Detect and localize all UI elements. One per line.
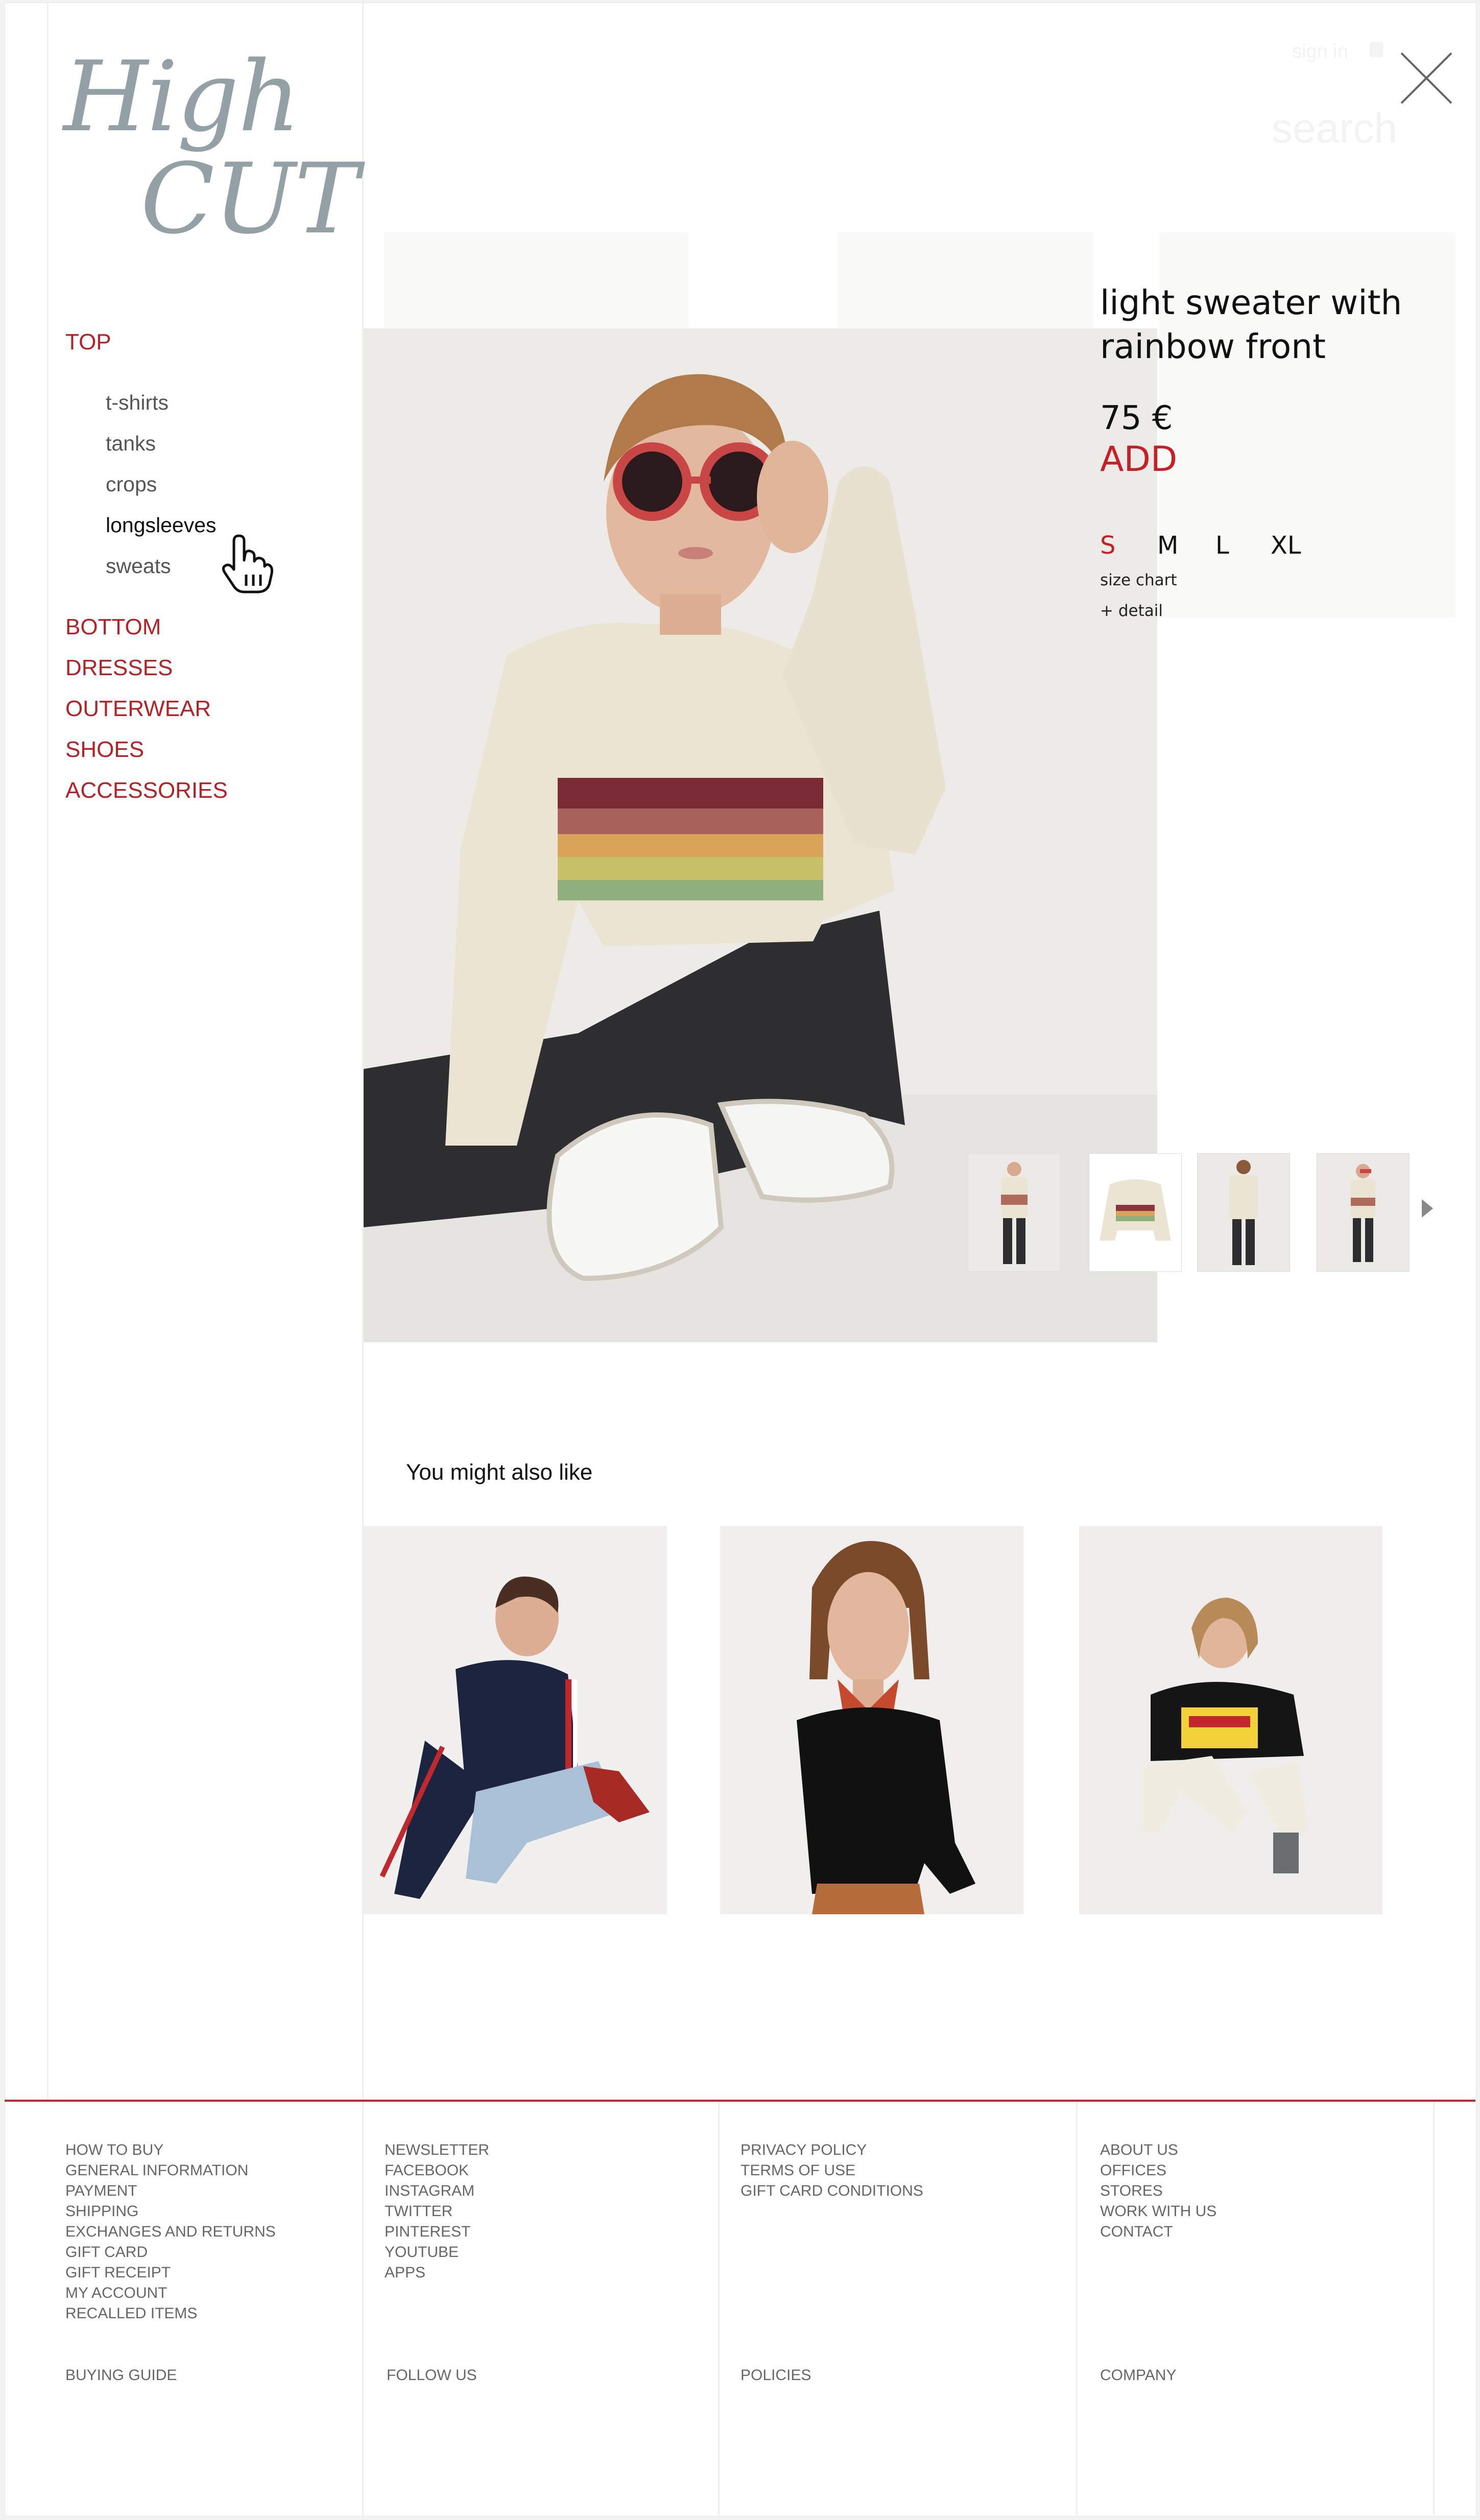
- nav-outerwear[interactable]: OUTERWEAR: [65, 696, 211, 722]
- sidebar-divider: [47, 3, 49, 2100]
- nav-top[interactable]: TOP: [65, 329, 111, 355]
- footer-link[interactable]: GIFT RECEIPT: [65, 2263, 276, 2283]
- thumbnail-1[interactable]: [968, 1153, 1061, 1272]
- footer-link[interactable]: GENERAL INFORMATION: [65, 2160, 276, 2181]
- recommendations-heading: You might also like: [406, 1460, 593, 1485]
- sign-in-link[interactable]: sign in: [1292, 41, 1348, 63]
- size-option-l[interactable]: L: [1215, 531, 1229, 560]
- footer-heading-company: COMPANY: [1100, 2367, 1177, 2384]
- logo-cut[interactable]: CUT: [140, 151, 359, 248]
- footer-col-divider-2: [1076, 2102, 1078, 2515]
- footer-heading-buying-guide: BUYING GUIDE: [65, 2367, 177, 2384]
- search-link[interactable]: search: [1272, 105, 1397, 153]
- footer-link[interactable]: PRIVACY POLICY: [741, 2140, 923, 2160]
- footer-link[interactable]: NEWSLETTER: [385, 2140, 489, 2160]
- recommendation-item-2[interactable]: [720, 1526, 1023, 1914]
- footer-link[interactable]: GIFT CARD CONDITIONS: [741, 2181, 923, 2201]
- close-icon[interactable]: [1399, 51, 1453, 105]
- nav-shoes[interactable]: SHOES: [65, 737, 144, 763]
- footer-link[interactable]: YOUTUBE: [385, 2242, 489, 2263]
- footer-link[interactable]: SHIPPING: [65, 2201, 276, 2222]
- footer-link[interactable]: PINTEREST: [385, 2222, 489, 2242]
- footer-heading-follow-us: FOLLOW US: [387, 2367, 477, 2384]
- nav-sub-longsleeves[interactable]: longsleeves: [106, 513, 217, 537]
- nav-sub-sweats[interactable]: sweats: [106, 554, 171, 578]
- footer-link[interactable]: STORES: [1100, 2181, 1216, 2201]
- nav-sub-t-shirts[interactable]: t-shirts: [106, 391, 169, 415]
- footer-divider: [5, 2100, 1475, 2102]
- footer-col-divider-1: [718, 2102, 720, 2515]
- logo-high[interactable]: High: [63, 49, 300, 146]
- detail-link[interactable]: + detail: [1100, 602, 1163, 620]
- footer-link[interactable]: APPS: [385, 2263, 489, 2283]
- footer-link[interactable]: PAYMENT: [65, 2181, 276, 2201]
- footer-link[interactable]: CONTACT: [1100, 2222, 1216, 2242]
- footer-column-buying-guide: HOW TO BUY GENERAL INFORMATION PAYMENT S…: [65, 2140, 276, 2324]
- footer-link[interactable]: WORK WITH US: [1100, 2201, 1216, 2222]
- user-icon[interactable]: [1370, 42, 1383, 57]
- footer-link[interactable]: MY ACCOUNT: [65, 2283, 276, 2303]
- thumbnail-3[interactable]: [1197, 1153, 1290, 1272]
- thumbnail-4[interactable]: [1317, 1153, 1410, 1272]
- nav-bottom[interactable]: BOTTOM: [65, 614, 161, 640]
- footer-link[interactable]: EXCHANGES AND RETURNS: [65, 2222, 276, 2242]
- footer-link[interactable]: INSTAGRAM: [385, 2181, 489, 2201]
- footer-column-policies: PRIVACY POLICY TERMS OF USE GIFT CARD CO…: [741, 2140, 923, 2201]
- footer-link[interactable]: TWITTER: [385, 2201, 489, 2222]
- footer-link[interactable]: GIFT CARD: [65, 2242, 276, 2263]
- footer-heading-policies: POLICIES: [741, 2367, 811, 2384]
- product-price: 75 €: [1100, 399, 1173, 437]
- nav-accessories[interactable]: ACCESSORIES: [65, 778, 228, 803]
- footer-link[interactable]: HOW TO BUY: [65, 2140, 276, 2160]
- add-to-cart-button[interactable]: ADD: [1100, 439, 1177, 480]
- size-option-xl[interactable]: XL: [1271, 531, 1301, 560]
- product-title: light sweater with rainbow front: [1100, 283, 1402, 366]
- footer-column-follow-us: NEWSLETTER FACEBOOK INSTAGRAM TWITTER PI…: [385, 2140, 489, 2283]
- thumbnail-2[interactable]: [1089, 1153, 1182, 1272]
- footer-link[interactable]: OFFICES: [1100, 2160, 1216, 2181]
- size-option-m[interactable]: M: [1157, 531, 1178, 560]
- nav-sub-tanks[interactable]: tanks: [106, 432, 156, 456]
- footer-link[interactable]: TERMS OF USE: [741, 2160, 923, 2181]
- size-chart-link[interactable]: size chart: [1100, 571, 1177, 589]
- footer-col-divider-3: [1433, 2102, 1435, 2515]
- nav-dresses[interactable]: DRESSES: [65, 655, 173, 681]
- hand-cursor-icon: [222, 534, 273, 593]
- footer-link[interactable]: ABOUT US: [1100, 2140, 1216, 2160]
- nav-sub-crops[interactable]: crops: [106, 472, 157, 496]
- footer-link[interactable]: RECALLED ITEMS: [65, 2303, 276, 2324]
- size-option-s[interactable]: S: [1100, 531, 1115, 560]
- footer-link[interactable]: FACEBOOK: [385, 2160, 489, 2181]
- recommendation-item-3[interactable]: [1079, 1526, 1382, 1914]
- footer-column-company: ABOUT US OFFICES STORES WORK WITH US CON…: [1100, 2140, 1216, 2242]
- recommendation-item-1[interactable]: [364, 1526, 667, 1914]
- arrow-right-icon[interactable]: [1421, 1198, 1434, 1219]
